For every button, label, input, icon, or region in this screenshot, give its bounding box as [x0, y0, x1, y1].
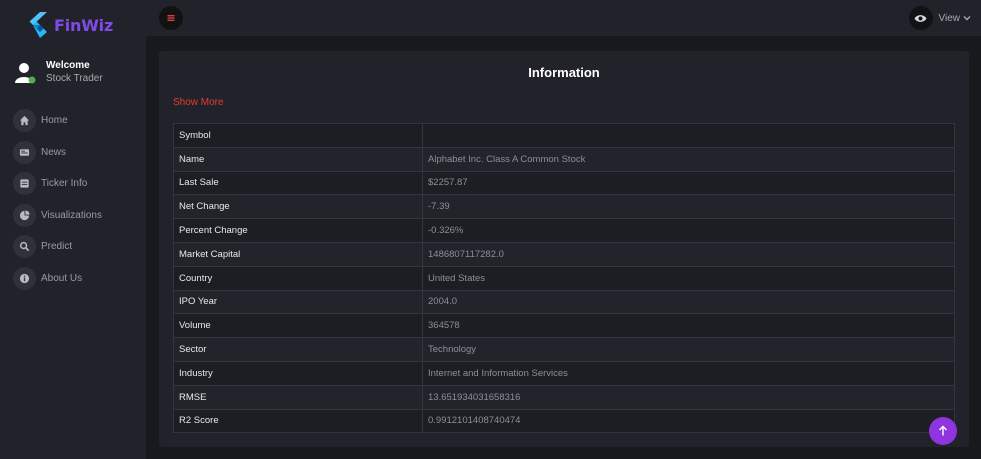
sidebar-item-label: About Us [41, 272, 83, 284]
table-value: United States [422, 265, 955, 291]
table-row: IPO Year 2004.0 [173, 289, 955, 315]
information-table: Symbol Name Alphabet Inc. Class A Common … [173, 123, 955, 434]
sidebar: FinWiz Welcome Stock Trader Home News Ti… [0, 0, 146, 459]
table-row: Name Alphabet Inc. Class A Common Stock [173, 146, 955, 172]
pie-chart-icon [13, 203, 36, 227]
table-row: R2 Score 0.9912101408740474 [173, 408, 955, 434]
table-row: Industry Internet and Information Service… [173, 360, 955, 386]
ticker-icon [13, 172, 36, 196]
table-value: 2004.0 [422, 289, 955, 315]
table-row: Net Change -7.39 [173, 194, 955, 220]
table-key: IPO Year [173, 289, 423, 315]
sidebar-item-news[interactable]: News [13, 137, 102, 169]
sidebar-nav: Home News Ticker Info Visualizations Pre… [13, 105, 102, 294]
home-icon [13, 109, 36, 133]
welcome-text: Welcome [46, 60, 90, 71]
table-value: 13.651934031658316 [422, 384, 955, 410]
sidebar-item-ticker-info[interactable]: Ticker Info [13, 168, 102, 200]
table-row: RMSE 13.651934031658316 [173, 384, 955, 410]
table-row: Market Capital 1486807117282.0 [173, 241, 955, 267]
table-value: 0.9912101408740474 [422, 408, 955, 434]
brand-name: FinWiz [54, 15, 114, 35]
table-key: Net Change [173, 194, 423, 220]
table-value: 1486807117282.0 [422, 241, 955, 267]
table-row: Sector Technology [173, 337, 955, 362]
table-row: Last Sale $2257.87 [173, 170, 955, 196]
menu-toggle-button[interactable] [159, 6, 183, 30]
table-key: Country [173, 265, 423, 291]
sidebar-item-label: News [41, 146, 67, 158]
table-key: Symbol [173, 123, 423, 148]
table-key: Sector [173, 337, 423, 362]
sidebar-item-label: Visualizations [41, 209, 102, 221]
view-label: View [938, 12, 961, 24]
sidebar-item-predict[interactable]: Predict [13, 231, 102, 263]
table-value: Alphabet Inc. Class A Common Stock [422, 146, 955, 172]
flutter-logo-icon [29, 12, 47, 38]
sidebar-item-label: Predict [41, 241, 73, 253]
information-card: Information Show More Symbol Name Alphabe… [159, 51, 969, 447]
news-icon [13, 140, 36, 164]
sidebar-item-home[interactable]: Home [13, 105, 102, 137]
user-profile: Welcome Stock Trader [14, 60, 103, 86]
table-key: Percent Change [173, 218, 423, 243]
top-bar: View [146, 0, 981, 36]
sidebar-item-about-us[interactable]: About Us [13, 263, 102, 295]
card-title: Information [528, 65, 600, 80]
table-key: Market Capital [173, 241, 423, 267]
table-key: Last Sale [173, 170, 423, 196]
chevron-down-icon [963, 16, 971, 21]
table-value: -7.39 [422, 194, 955, 220]
info-icon [13, 266, 36, 290]
table-row: Symbol [173, 123, 955, 148]
table-value: $2257.87 [422, 170, 955, 196]
table-key: Industry [173, 360, 423, 386]
sidebar-item-label: Home [41, 115, 68, 127]
view-dropdown[interactable]: View [908, 6, 972, 30]
scroll-to-top-button[interactable] [929, 417, 957, 445]
table-value: Technology [422, 337, 955, 362]
brand[interactable]: FinWiz [27, 12, 113, 38]
show-more-link[interactable]: Show More [173, 97, 224, 108]
user-role: Stock Trader [46, 73, 103, 84]
arrow-up-icon [939, 425, 947, 436]
table-key: R2 Score [173, 408, 423, 434]
table-value: 364578 [422, 313, 955, 339]
table-value: Internet and Information Services [422, 360, 955, 386]
table-row: Volume 364578 [173, 313, 955, 339]
table-key: Name [173, 146, 423, 172]
table-value [422, 123, 955, 148]
hamburger-icon [167, 15, 175, 21]
table-key: RMSE [173, 384, 423, 410]
search-icon [13, 235, 36, 259]
table-row: Percent Change -0.326% [173, 218, 955, 243]
user-avatar-icon [15, 63, 36, 84]
eye-icon [908, 6, 933, 30]
sidebar-item-visualizations[interactable]: Visualizations [13, 200, 102, 232]
table-key: Volume [173, 313, 423, 339]
table-row: Country United States [173, 265, 955, 291]
sidebar-item-label: Ticker Info [41, 178, 88, 190]
table-value: -0.326% [422, 218, 955, 243]
